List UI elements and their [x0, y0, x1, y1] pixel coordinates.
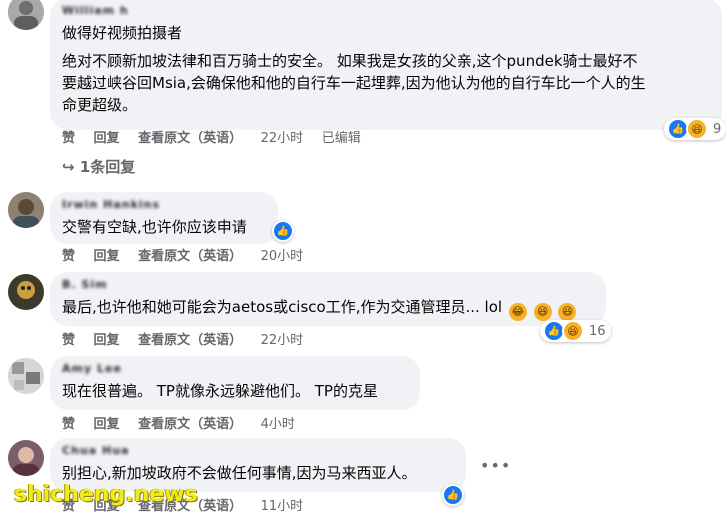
- avatar-image: [8, 440, 44, 476]
- comment-author[interactable]: Chua Hua: [62, 444, 454, 458]
- see-original-button[interactable]: 查看原文（英语）: [138, 248, 242, 266]
- comment-author[interactable]: Amy Lee: [62, 362, 408, 376]
- reply-button[interactable]: 回复: [94, 248, 120, 266]
- laughing-emoji-icon: 😆: [558, 303, 577, 321]
- comment-line: 别担心,新加坡政府不会做任何事情,因为马来西亚人。: [62, 464, 417, 482]
- reply-button[interactable]: 回复: [94, 416, 120, 434]
- haha-reaction-icon: 😆: [686, 118, 708, 140]
- comment-bubble: William h 做得好视频拍摄者 绝对不顾新加坡法律和百万骑士的安全。 如果…: [50, 0, 722, 130]
- comment-line: 绝对不顾新加坡法律和百万骑士的安全。 如果我是女孩的父亲,这个pundek骑士最…: [62, 52, 638, 70]
- like-button[interactable]: 赞: [62, 248, 75, 266]
- reply-button[interactable]: 回复: [94, 130, 120, 148]
- see-original-button[interactable]: 查看原文（英语）: [138, 130, 242, 148]
- like-button[interactable]: 赞: [62, 416, 75, 434]
- watermark: shicheng.news: [14, 482, 198, 507]
- avatar[interactable]: [8, 440, 44, 476]
- avatar-image: [8, 192, 44, 228]
- avatar-image: [8, 274, 44, 310]
- avatar-image: [8, 358, 44, 394]
- reply-button[interactable]: 回复: [94, 332, 120, 350]
- comment-line: 最后,也许他和她可能会为aetos或cisco工作,作为交通管理员... lol…: [62, 296, 594, 321]
- avatar-image: [8, 0, 44, 30]
- comment-actions: 赞 回复 查看原文（英语） 4小时: [62, 416, 309, 434]
- reaction-summary[interactable]: 👍 😆 16: [540, 320, 611, 342]
- comment-actions: 赞 回复 查看原文（英语） 22小时 已编辑: [62, 130, 375, 148]
- reaction-count: 9: [713, 121, 722, 137]
- comment-bubble: Irwin Hankins 交警有空缺,也许你应该申请: [50, 192, 278, 244]
- like-button[interactable]: 赞: [62, 130, 75, 148]
- timestamp[interactable]: 22小时: [261, 332, 304, 350]
- like-reaction-icon[interactable]: 👍: [442, 484, 464, 506]
- comment-bubble: B. Sim 最后,也许他和她可能会为aetos或cisco工作,作为交通管理员…: [50, 272, 606, 326]
- see-original-button[interactable]: 查看原文（英语）: [138, 332, 242, 350]
- timestamp[interactable]: 20小时: [261, 248, 304, 266]
- laughing-emoji-icon: 😂: [508, 303, 527, 321]
- reaction-summary[interactable]: 👍 😆 9: [664, 118, 726, 140]
- avatar[interactable]: [8, 192, 44, 228]
- comment-line: 要越过峡谷回Msia,会确保他和他的自行车一起埋葬,因为他认为他的自行车比一个人…: [62, 74, 646, 92]
- more-horizontal-icon[interactable]: •••: [480, 456, 511, 475]
- like-button[interactable]: 赞: [62, 332, 75, 350]
- edited-label: 已编辑: [321, 131, 361, 146]
- comment-author[interactable]: William h: [62, 4, 710, 18]
- comment-actions: 赞 回复 查看原文（英语） 22小时: [62, 332, 317, 350]
- avatar[interactable]: [8, 0, 44, 30]
- like-reaction-icon[interactable]: 👍: [272, 220, 294, 242]
- timestamp[interactable]: 4小时: [261, 416, 295, 434]
- comment-author[interactable]: Irwin Hankins: [62, 198, 266, 212]
- view-replies-link[interactable]: ↪ 1条回复: [62, 156, 135, 177]
- comment-text: 最后,也许他和她可能会为aetos或cisco工作,作为交通管理员... lol: [62, 298, 503, 316]
- reaction-count: 16: [589, 323, 606, 339]
- comment-bubble: Amy Lee 现在很普遍。 TP就像永远躲避他们。 TP的克星: [50, 356, 420, 410]
- comment-line: 做得好视频拍摄者: [62, 24, 183, 42]
- comment-line: 现在很普遍。 TP就像永远躲避他们。 TP的克星: [62, 382, 378, 400]
- comment-author[interactable]: B. Sim: [62, 278, 594, 292]
- see-original-button[interactable]: 查看原文（英语）: [138, 416, 242, 434]
- comment-line: 交警有空缺,也许你应该申请: [62, 218, 247, 236]
- timestamp[interactable]: 22小时: [261, 130, 304, 148]
- avatar[interactable]: [8, 274, 44, 310]
- laughing-emoji-icon: 😆: [533, 303, 552, 321]
- haha-reaction-icon: 😆: [562, 320, 584, 342]
- comment-line: 命更超级。: [62, 96, 138, 114]
- comment-actions: 赞 回复 查看原文（英语） 20小时: [62, 248, 317, 266]
- avatar[interactable]: [8, 358, 44, 394]
- timestamp[interactable]: 11小时: [261, 498, 304, 516]
